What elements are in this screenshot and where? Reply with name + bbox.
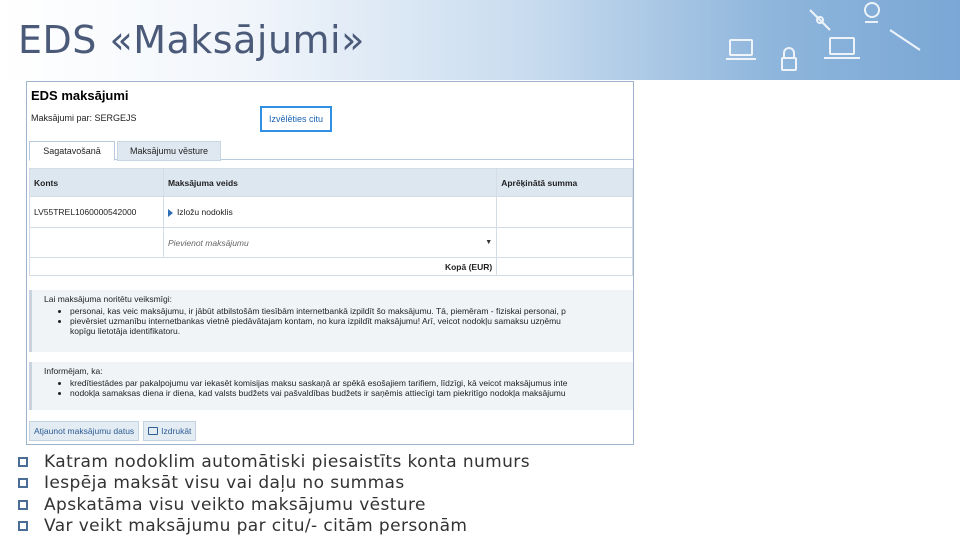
slide-header: EDS «Maksājumi»	[0, 0, 960, 80]
empty-cell	[29, 227, 164, 258]
bullet-item: Iespēja maksāt visu vai daļu no summas	[18, 473, 918, 495]
print-label: Izdrukāt	[161, 426, 192, 436]
bullet-text: Apskatāma visu veikto maksājumu vēsture	[44, 494, 426, 515]
list-item: nodokļa samaksas diena ir diena, kad val…	[70, 388, 625, 398]
table-row: Pievienot maksājumu ▼	[29, 227, 633, 258]
tab-preparation[interactable]: Sagatavošanā	[29, 141, 115, 161]
bullet-item: Apskatāma visu veikto maksājumu vēsture	[18, 494, 918, 516]
bullet-text: Iespēja maksāt visu vai daļu no summas	[44, 473, 405, 494]
info-lead: Lai maksājuma noritētu veiksmīgi:	[44, 294, 173, 304]
total-row: Kopā (EUR)	[28, 257, 633, 276]
checkbox-bullet-icon	[18, 521, 28, 532]
bullet-item: Var veikt maksājumu par citu/- citām per…	[18, 516, 918, 538]
choose-other-button[interactable]: Izvēlēties citu	[260, 106, 332, 132]
app-title: EDS maksājumi	[31, 88, 129, 103]
tech-decoration-icon	[726, 2, 921, 71]
expand-arrow-icon[interactable]	[167, 208, 173, 217]
slide-title: EDS «Maksājumi»	[18, 18, 365, 62]
empty-cell	[496, 227, 633, 258]
total-label: Kopā (EUR)	[28, 257, 498, 276]
payer-label: Maksājumi par: SERGEJS	[31, 113, 137, 123]
list-item: pievērsiet uzmanību internetbankas vietn…	[70, 316, 625, 326]
info-lead: Informējam, ka:	[44, 366, 103, 376]
payments-table: Konts Maksājuma veids Aprēķinātā summa L…	[28, 168, 633, 276]
table-row: LV55TREL1060000542000 Izložu nodoklis	[29, 196, 633, 228]
add-payment-select[interactable]: Pievienot maksājumu ▼	[162, 227, 498, 258]
info-box-requirements: Lai maksājuma noritētu veiksmīgi: person…	[29, 290, 633, 352]
tab-bar: Sagatavošanā Maksājumu vēsture	[29, 138, 633, 161]
add-payment-placeholder: Pievienot maksājumu	[167, 237, 249, 248]
payment-type-cell[interactable]: Izložu nodoklis	[162, 196, 498, 228]
print-button[interactable]: Izdrukāt	[143, 421, 197, 441]
list-item: kredītiestādes par pakalpojumu var iekas…	[70, 378, 625, 388]
chevron-down-icon[interactable]: ▼	[485, 239, 492, 246]
calculated-sum	[496, 196, 633, 228]
printer-icon	[148, 427, 159, 435]
column-header-calculated-sum: Aprēķinātā summa	[496, 168, 633, 197]
table-header-row: Konts Maksājuma veids Aprēķinātā summa	[29, 168, 633, 197]
account-number: LV55TREL1060000542000	[29, 196, 164, 228]
bullet-text: Katram nodoklim automātiski piesaistīts …	[44, 451, 530, 472]
checkbox-bullet-icon	[18, 499, 28, 510]
feature-bullets: Katram nodoklim automātiski piesaistīts …	[18, 451, 918, 537]
column-header-payment-type: Maksājuma veids	[162, 168, 498, 197]
bullet-text: Var veikt maksājumu par citu/- citām per…	[44, 516, 468, 537]
info-box-notice: Informējam, ka: kredītiestādes par pakal…	[29, 362, 633, 410]
refresh-payments-button[interactable]: Atjaunot maksājumu datus	[29, 421, 140, 441]
list-item: personai, kas veic maksājumu, ir jābūt a…	[70, 306, 625, 316]
checkbox-bullet-icon	[18, 456, 28, 467]
payment-type: Izložu nodoklis	[176, 207, 233, 217]
refresh-label: Atjaunot maksājumu datus	[34, 426, 135, 436]
tab-payment-history[interactable]: Maksājumu vēsture	[117, 141, 221, 161]
eds-payments-screenshot: EDS maksājumi Maksājumi par: SERGEJS Izv…	[26, 81, 634, 445]
list-item: kopīgu lietotāja identifikatoru.	[70, 326, 181, 336]
checkbox-bullet-icon	[18, 478, 28, 489]
action-bar: Atjaunot maksājumu datus Izdrukāt	[29, 421, 197, 441]
column-header-account: Konts	[29, 168, 164, 197]
bullet-item: Katram nodoklim automātiski piesaistīts …	[18, 451, 918, 473]
total-value	[496, 257, 633, 276]
